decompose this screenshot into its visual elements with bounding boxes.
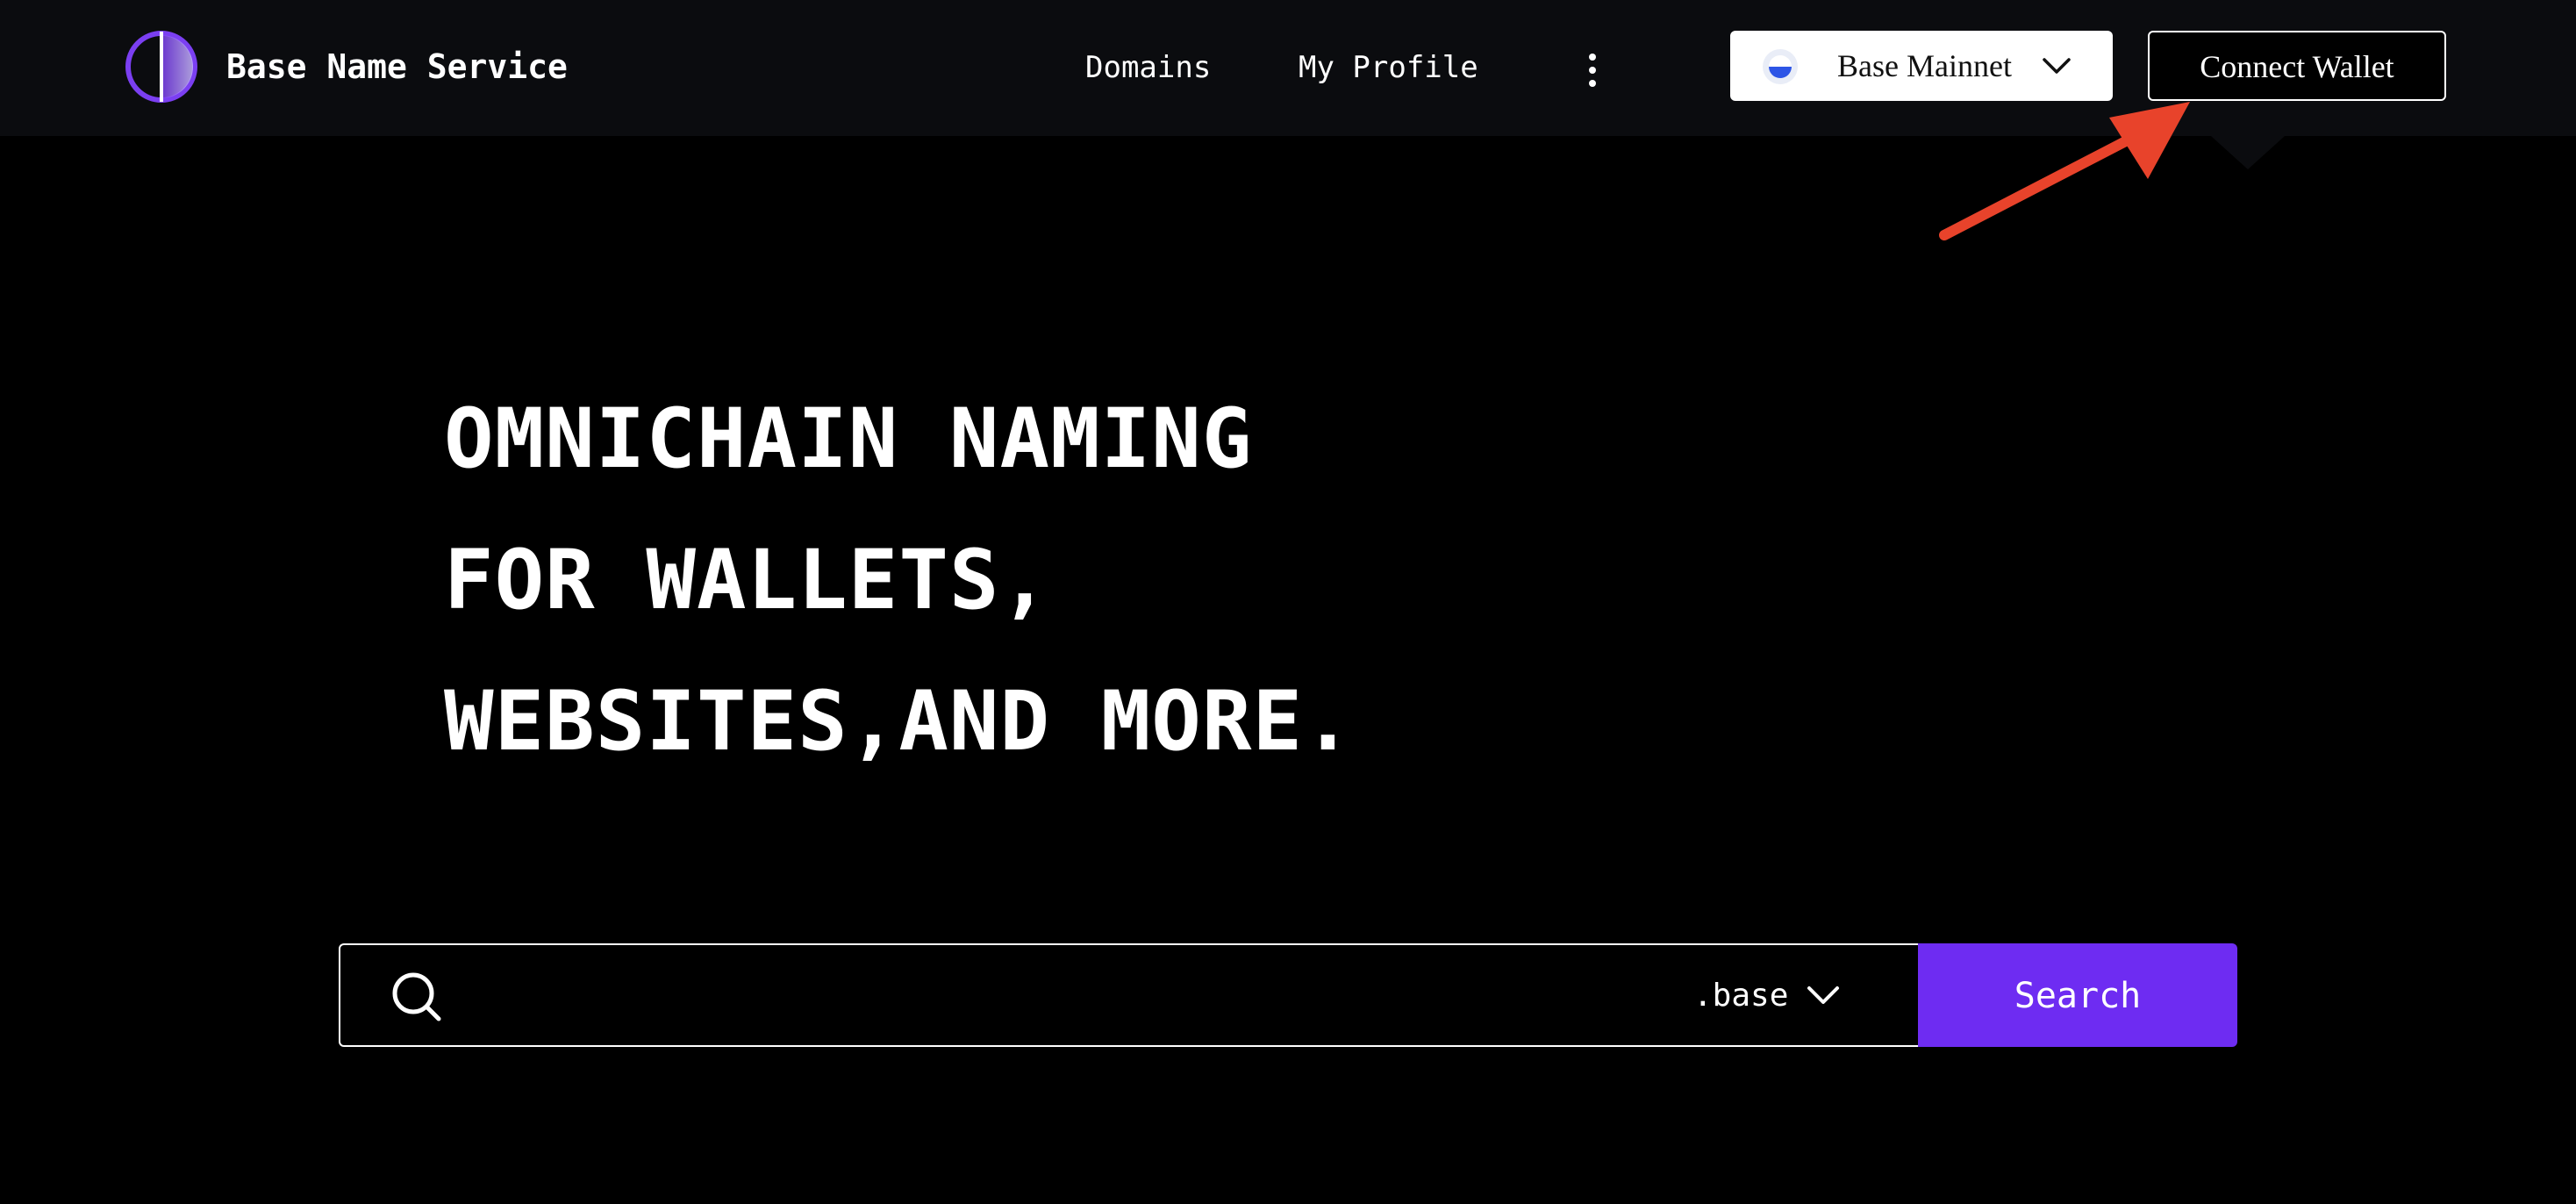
half-circle-logo-icon[interactable] (123, 28, 200, 105)
hero-line-3: WEBSITES,AND MORE. (444, 674, 1354, 770)
red-arrow-icon (1939, 102, 2190, 240)
tld-selected-label: .base (1693, 978, 1789, 1014)
search-button[interactable]: Search (1918, 943, 2237, 1047)
hero-heading: OMNICHAIN NAMING FOR WALLETS, WEBSITES,A… (444, 369, 1672, 792)
tooltip-pointer (2211, 136, 2285, 169)
hero-line-1: OMNICHAIN NAMING (444, 391, 1253, 487)
domain-search-box: .base (339, 943, 1922, 1047)
tld-selector[interactable]: .base (1693, 971, 1860, 1021)
nav-domains-link[interactable]: Domains (1085, 49, 1211, 86)
hero-line-2: FOR WALLETS, (444, 533, 1051, 628)
nav-my-profile-link[interactable]: My Profile (1299, 49, 1478, 86)
chevron-down-icon (2043, 58, 2071, 74)
network-selected-label: Base Mainnet (1837, 48, 2012, 83)
brand-name[interactable]: Base Name Service (226, 46, 568, 88)
kebab-menu-icon[interactable] (1579, 51, 1606, 90)
domain-search-input[interactable] (472, 959, 1792, 1035)
chevron-down-icon (1807, 986, 1839, 1004)
base-network-icon (1763, 49, 1798, 84)
search-icon (392, 972, 441, 1021)
